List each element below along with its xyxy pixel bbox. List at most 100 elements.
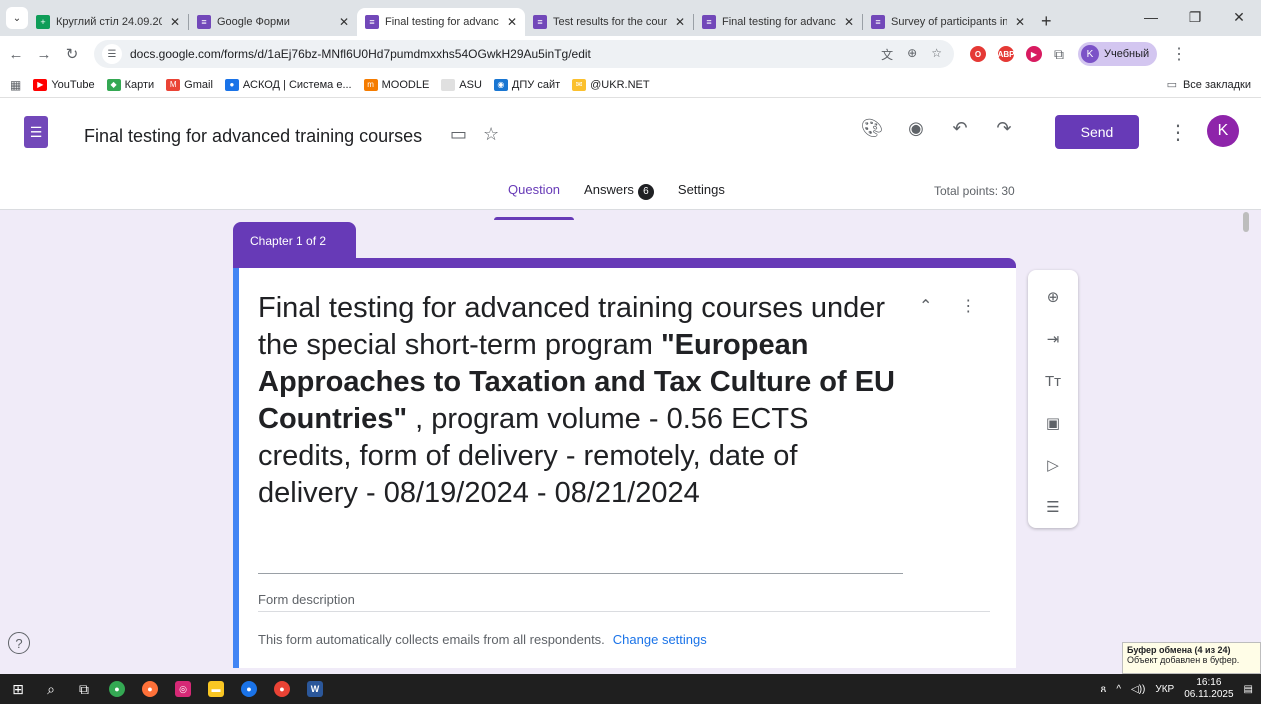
zoom-icon[interactable]: ⊕ <box>907 46 917 63</box>
youtube-icon: ▶ <box>33 78 48 91</box>
browser-tabstrip: ⌄ + Круглий стіл 24.09.2024 ( ✕ ≡ Google… <box>0 0 1261 36</box>
notifications-icon[interactable]: ▤ <box>1244 684 1253 695</box>
tab-question[interactable]: Question <box>493 182 575 220</box>
opera-extension-icon[interactable]: O <box>970 46 986 62</box>
tray-chevron-icon[interactable]: ^ <box>1116 684 1121 695</box>
forward-icon[interactable]: → <box>32 46 56 63</box>
tab-title: Survey of participants in th <box>891 16 1007 28</box>
browser-tab-3[interactable]: ≡ Final testing for advanced ✕ <box>357 8 525 36</box>
move-to-folder-icon[interactable]: ▭ <box>450 124 467 145</box>
browser-tab-6[interactable]: ≡ Survey of participants in th ✕ <box>863 8 1033 36</box>
chrome-app-icon[interactable]: ● <box>234 674 264 704</box>
form-description-field[interactable]: Form description <box>258 592 990 612</box>
maximize-icon[interactable]: ❐ <box>1173 0 1217 34</box>
tab-search-button[interactable]: ⌄ <box>6 7 28 29</box>
bookmark-maps[interactable]: ◆ Карти <box>106 78 154 91</box>
card-more-icon[interactable]: ⋮ <box>960 296 976 316</box>
url-bar[interactable]: ☰ docs.google.com/forms/d/1aEj76bz-MNfl6… <box>94 40 954 68</box>
bookmark-youtube[interactable]: ▶ YouTube <box>33 78 95 91</box>
all-bookmarks-button[interactable]: ▭ Все закладки <box>1167 78 1251 92</box>
firefox-icon[interactable]: ● <box>135 674 165 704</box>
bookmark-asu[interactable]: ASU <box>441 78 482 91</box>
add-question-icon[interactable]: ⊕ <box>1047 286 1060 308</box>
extensions-puzzle-icon[interactable]: ⧉ <box>1054 46 1064 63</box>
bookmark-label: АСКОД | Система е... <box>242 78 352 91</box>
change-settings-link[interactable]: Change settings <box>613 632 707 647</box>
apps-grid-icon[interactable]: ▦ <box>10 78 21 92</box>
close-icon[interactable]: ✕ <box>844 15 854 29</box>
profile-button[interactable]: K Учебный <box>1078 42 1158 66</box>
instagram-icon[interactable]: ◎ <box>168 674 198 704</box>
tab-title: Final testing for advanced <box>385 16 499 28</box>
tab-answers[interactable]: Answers 6 <box>584 182 654 208</box>
file-explorer-icon[interactable]: ▬ <box>201 674 231 704</box>
bookmark-star-icon[interactable]: ☆ <box>931 46 942 63</box>
tab-settings[interactable]: Settings <box>678 182 725 208</box>
scrollbar[interactable] <box>1243 212 1249 232</box>
form-title[interactable]: Final testing for advanced training cour… <box>258 290 903 512</box>
extension-icon[interactable]: ▶ <box>1026 46 1042 62</box>
user-avatar[interactable]: K <box>1207 115 1239 147</box>
forms-icon: ≡ <box>702 15 716 29</box>
add-image-icon[interactable]: ▣ <box>1046 412 1060 434</box>
send-button[interactable]: Send <box>1055 115 1139 149</box>
word-icon[interactable]: W <box>300 674 330 704</box>
bookmark-dpu[interactable]: ◉ ДПУ сайт <box>493 78 560 91</box>
browser-menu-icon[interactable]: ⋮ <box>1171 44 1187 64</box>
url-text: docs.google.com/forms/d/1aEj76bz-MNfl6U0… <box>130 47 591 61</box>
bookmarks-bar: ▦ ▶ YouTube ◆ Карти M Gmail ● АСКОД | Систем… <box>0 72 1261 98</box>
palette-icon[interactable]: 🎨︎ <box>860 118 884 139</box>
search-icon[interactable]: ⌕ <box>36 674 66 704</box>
tab-answers-label: Answers <box>584 182 634 197</box>
browser-tab-5[interactable]: ≡ Final testing for advanced ✕ <box>694 8 862 36</box>
translate-icon[interactable]: 文 <box>881 46 893 63</box>
form-title-card[interactable]: Final testing for advanced training cour… <box>233 258 1016 668</box>
close-window-icon[interactable]: ✕ <box>1217 0 1261 34</box>
add-title-icon[interactable]: Tт <box>1045 370 1061 392</box>
help-icon[interactable]: ? <box>8 632 30 654</box>
volume-icon[interactable]: ◁)) <box>1131 684 1145 695</box>
bookmark-ukrnet[interactable]: ✉ @UKR.NET <box>572 78 650 91</box>
site-info-icon[interactable]: ☰ <box>102 44 122 64</box>
close-icon[interactable]: ✕ <box>170 15 180 29</box>
clock-date: 06.11.2025 <box>1184 689 1234 700</box>
windows-start-icon[interactable]: ⊞ <box>3 674 33 704</box>
email-collection-notice: This form automatically collects emails … <box>258 632 707 647</box>
chrome-icon[interactable]: ● <box>102 674 132 704</box>
close-icon[interactable]: ✕ <box>675 15 685 29</box>
clock[interactable]: 16:16 06.11.2025 <box>1184 677 1233 701</box>
back-icon[interactable]: ← <box>4 46 28 63</box>
star-icon[interactable]: ☆ <box>483 124 499 145</box>
bookmark-askod[interactable]: ● АСКОД | Система е... <box>224 78 352 91</box>
adblock-extension-icon[interactable]: ABP <box>998 46 1014 62</box>
close-icon[interactable]: ✕ <box>339 15 349 29</box>
redo-icon[interactable]: ↷ <box>992 118 1016 139</box>
new-tab-button[interactable]: + <box>1041 11 1052 32</box>
preview-eye-icon[interactable]: ◉ <box>904 118 928 139</box>
add-section-icon[interactable]: ☰ <box>1046 496 1059 518</box>
close-icon[interactable]: ✕ <box>507 15 517 29</box>
bookmark-gmail[interactable]: M Gmail <box>166 78 213 91</box>
collapse-icon[interactable]: ⌃ <box>919 296 932 316</box>
more-options-icon[interactable]: ⋮ <box>1168 120 1188 145</box>
undo-icon[interactable]: ↶ <box>948 118 972 139</box>
import-questions-icon[interactable]: ⇥ <box>1047 328 1060 350</box>
add-video-icon[interactable]: ▷ <box>1047 454 1059 476</box>
clipboard-notification[interactable]: Буфер обмена (4 из 24) Объект добавлен в… <box>1122 642 1261 674</box>
browser-tab-4[interactable]: ≡ Test results for the course ✕ <box>525 8 693 36</box>
minimize-icon[interactable]: — <box>1129 0 1173 34</box>
browser-tab-1[interactable]: + Круглий стіл 24.09.2024 ( ✕ <box>28 8 188 36</box>
form-document-title[interactable]: Final testing for advanced training cour… <box>84 126 422 147</box>
forms-logo-icon[interactable]: ☰ <box>24 116 48 148</box>
chrome-profile-icon[interactable]: ● <box>267 674 297 704</box>
bookmark-label: YouTube <box>51 78 95 91</box>
close-icon[interactable]: ✕ <box>1015 15 1025 29</box>
browser-tab-2[interactable]: ≡ Google Форми ✕ <box>189 8 357 36</box>
bookmark-moodle[interactable]: m MOODLE <box>363 78 429 91</box>
reload-icon[interactable]: ↻ <box>60 45 84 63</box>
people-icon[interactable]: ጸ <box>1100 684 1106 695</box>
language-indicator[interactable]: УКР <box>1155 684 1174 695</box>
task-view-icon[interactable]: ⧉ <box>69 674 99 704</box>
tab-title: Test results for the course <box>553 16 667 28</box>
maps-icon: ◆ <box>106 78 121 91</box>
